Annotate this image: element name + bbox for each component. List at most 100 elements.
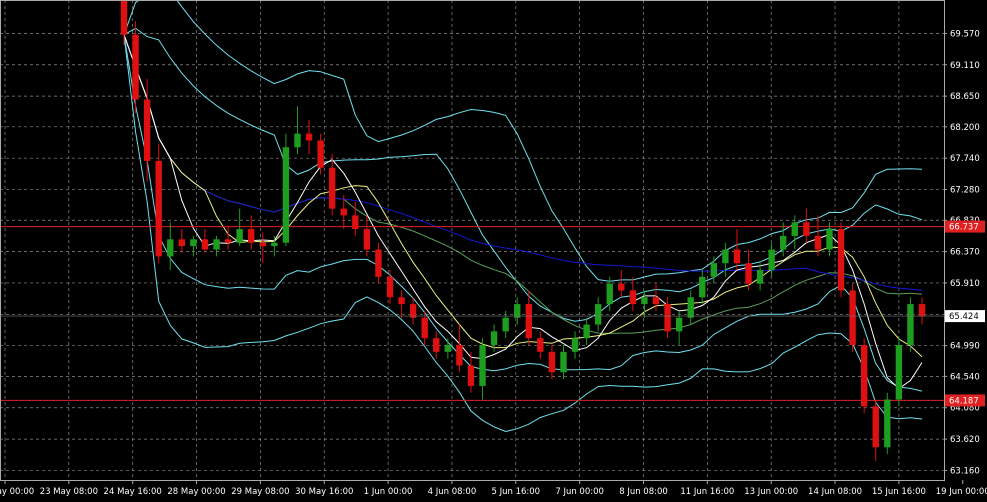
candle-body xyxy=(248,229,255,243)
candle-body xyxy=(421,317,428,339)
candle-body xyxy=(525,304,532,339)
x-tick-label: 14 Jun 08:00 xyxy=(808,487,862,497)
candle-body xyxy=(143,99,151,161)
candle-body xyxy=(664,304,671,332)
candle-body xyxy=(756,270,764,284)
candle-body xyxy=(409,304,417,318)
current-price-label: 65.424 xyxy=(949,312,979,322)
candle-body xyxy=(363,229,371,250)
y-tick-label: 63.160 xyxy=(950,466,980,476)
candle-body xyxy=(687,297,694,318)
y-tick-label: 69.110 xyxy=(950,61,980,71)
y-tick-label: 64.540 xyxy=(950,372,980,382)
candle-body xyxy=(675,317,683,332)
candle-body xyxy=(294,133,301,148)
x-tick-label: 19 Jun 00:00 xyxy=(936,487,987,497)
x-tick-label: 1 Jun 00:00 xyxy=(364,487,413,497)
candle-body xyxy=(745,263,752,284)
candle-body xyxy=(502,317,509,332)
x-tick-label: 24 May 16:00 xyxy=(104,487,162,497)
candle-body xyxy=(618,283,625,291)
candle-body xyxy=(213,239,220,250)
candle-body xyxy=(155,160,162,257)
y-tick-label: 67.740 xyxy=(950,154,980,164)
candle-body xyxy=(433,338,440,352)
candle-body xyxy=(444,345,452,352)
y-tick-label: 68.200 xyxy=(950,123,980,133)
candle-body xyxy=(803,222,810,236)
candle-body xyxy=(814,235,822,250)
y-tick-label: 66.370 xyxy=(950,248,980,258)
candle-body xyxy=(560,351,567,373)
candle-body xyxy=(340,208,347,216)
candle-body xyxy=(271,242,278,247)
candle-body xyxy=(722,249,729,264)
candle-body xyxy=(201,239,209,250)
x-tick-label: 7 Jun 00:00 xyxy=(555,487,604,497)
y-tick-label: 65.910 xyxy=(950,279,980,289)
y-tick-label: 67.280 xyxy=(950,186,980,196)
candle-body xyxy=(791,222,798,236)
candle-body xyxy=(907,304,914,345)
candle-body xyxy=(583,324,590,339)
candle-body xyxy=(167,239,174,257)
candle-body xyxy=(236,229,243,243)
candle-body xyxy=(548,351,556,373)
candle-body xyxy=(826,229,833,250)
candle-body xyxy=(606,283,613,305)
candle-body xyxy=(768,249,775,270)
candle-body xyxy=(571,338,579,352)
x-tick-label: 4 Jun 08:00 xyxy=(428,487,477,497)
x-tick-label: 28 May 00:00 xyxy=(167,487,225,497)
candle-body xyxy=(895,345,903,400)
candle-body xyxy=(710,263,718,277)
candle-body xyxy=(132,34,139,100)
candle-body xyxy=(849,290,856,345)
x-tick-label: 23 May 08:00 xyxy=(40,487,98,497)
candlestick-chart: 69.57069.11068.65068.20067.74067.28066.8… xyxy=(0,0,987,502)
candle-body xyxy=(398,297,405,305)
candle-body xyxy=(328,167,336,209)
x-tick-label: 30 May 16:00 xyxy=(295,487,353,497)
candle-body xyxy=(872,406,879,448)
candle-body xyxy=(641,297,648,305)
candle-body xyxy=(490,331,498,345)
x-tick-label: 11 Jun 16:00 xyxy=(680,487,734,497)
y-tick-label: 63.620 xyxy=(950,435,980,445)
candle-body xyxy=(860,345,868,407)
level-label: 64.187 xyxy=(949,396,979,406)
candle-body xyxy=(733,249,741,264)
x-tick-label: 13 Jun 00:00 xyxy=(744,487,798,497)
candle-body xyxy=(190,239,197,247)
candle-body xyxy=(317,140,324,168)
candle-body xyxy=(467,365,475,386)
candle-body xyxy=(594,304,602,325)
candle-body xyxy=(224,239,232,243)
candle-body xyxy=(918,304,926,317)
x-tick-label: 5 Jun 16:00 xyxy=(492,487,541,497)
candle-body xyxy=(514,304,521,318)
candle-body xyxy=(386,276,394,298)
x-tick-label: 22 May 00:00 xyxy=(0,487,34,497)
candle-body xyxy=(479,345,486,386)
candle-body xyxy=(375,249,382,277)
candle-body xyxy=(305,133,313,141)
candle-body xyxy=(352,215,359,230)
candle-body xyxy=(120,0,128,35)
candle-body xyxy=(537,338,544,352)
candle-body xyxy=(652,297,660,305)
candle-body xyxy=(780,235,787,250)
candle-body xyxy=(178,239,186,247)
x-tick-label: 29 May 08:00 xyxy=(231,487,289,497)
candle-body xyxy=(837,229,845,291)
x-tick-label: 8 Jun 08:00 xyxy=(619,487,668,497)
candle-body xyxy=(456,345,463,366)
y-tick-label: 68.650 xyxy=(950,92,980,102)
y-tick-label: 64.990 xyxy=(950,342,980,352)
candle-body xyxy=(884,399,891,448)
level-label: 66.737 xyxy=(949,223,979,233)
candle-body xyxy=(259,242,266,247)
x-tick-label: 15 Jun 16:00 xyxy=(872,487,926,497)
y-axis-labels: 69.57069.11068.65068.20067.74067.28066.8… xyxy=(944,29,985,476)
y-tick-label: 69.570 xyxy=(950,29,980,39)
